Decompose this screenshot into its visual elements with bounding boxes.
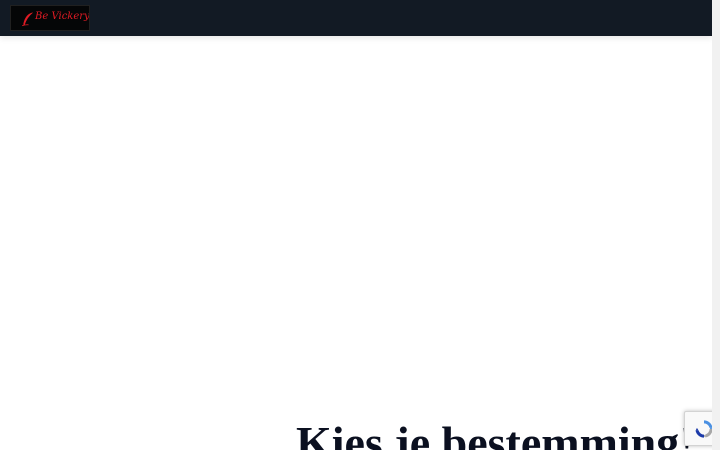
page-scrollbar[interactable] xyxy=(712,0,720,450)
page: Be Vickery Kies je bestemming! xyxy=(0,0,720,450)
logo-text: Be Vickery xyxy=(35,11,90,22)
site-logo-link[interactable]: Be Vickery xyxy=(10,5,90,31)
quill-pen-icon xyxy=(20,11,36,27)
hero-title: Kies je bestemming! xyxy=(296,417,695,450)
site-header: Be Vickery xyxy=(0,0,712,36)
